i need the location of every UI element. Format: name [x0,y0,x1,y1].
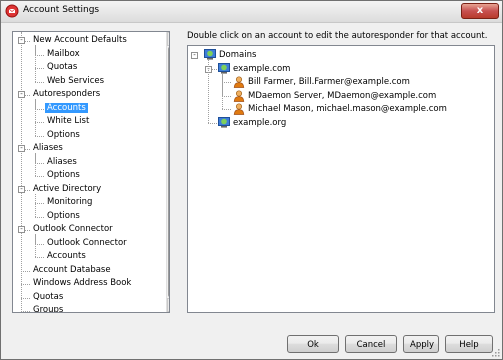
nav-item-label: Monitoring [47,197,93,207]
tree-root-domains[interactable]: Domains [219,49,256,62]
nav-item-label: Aliases [47,156,77,167]
domain-icon [218,116,230,128]
ok-button[interactable]: Ok [287,335,339,353]
nav-item-options[interactable]: Options [45,210,82,223]
account-item[interactable]: Bill Farmer, Bill.Farmer@example.com [248,76,410,89]
nav-item-label: White List [47,116,90,126]
nav-item-label: Options [47,129,80,140]
nav-item-mailbox[interactable]: Mailbox [45,48,82,61]
nav-item-label: Aliases [33,143,63,153]
nav-item-aliases[interactable]: Aliases [45,156,79,169]
nav-item-quotas[interactable]: Quotas [31,291,65,304]
nav-item-label: Web Services [47,75,105,86]
apply-button[interactable]: Apply [403,335,439,353]
app-icon [5,4,19,18]
domain-example-com[interactable]: example.com [233,63,290,76]
nav-item-label: Outlook Connector [33,224,113,234]
nav-item-web-services[interactable]: Web Services [45,75,106,88]
nav-item-label: Options [47,210,80,221]
nav-item-label: Active Directory [33,183,102,194]
domain-example-org[interactable]: example.org [233,117,286,130]
nav-item-label: Account Database [33,264,111,275]
nav-item-groups[interactable]: Groups [31,304,65,313]
nav-item-outlook-connector[interactable]: Outlook Connector [31,223,115,236]
window-title: Account Settings [23,5,100,15]
scroll-down-icon[interactable]: ▼ [167,298,169,312]
domain-icon [218,62,230,74]
collapse-icon[interactable]: - [18,91,25,98]
nav-item-active-directory[interactable]: Active Directory [31,183,103,196]
nav-item-label: Options [47,170,80,180]
nav-item-label: Autoresponders [33,89,101,99]
user-account-icon [233,76,245,88]
account-settings-window: Account Settings x New Account Defaults -… [0,0,503,360]
instruction-text: Double click on an account to edit the a… [187,31,488,41]
user-account-icon [233,89,245,102]
nav-item-label: Windows Address Book [33,278,132,288]
resize-grip-icon[interactable] [490,347,500,357]
nav-item-new-account-defaults[interactable]: New Account Defaults [31,34,129,47]
collapse-icon[interactable]: - [18,37,25,44]
nav-item-windows-address-book[interactable]: Windows Address Book [31,277,133,290]
collapse-icon[interactable]: - [18,226,25,233]
autoresponder-account-tree: - Domains - example.com Bill Farmer, Bill.Fa… [187,45,495,313]
collapse-icon[interactable]: - [191,52,198,59]
nav-item-accounts[interactable]: Accounts [45,102,88,115]
cancel-button[interactable]: Cancel [345,335,397,353]
scroll-up-icon[interactable]: ▲ [167,32,169,46]
nav-item-outlook-connector[interactable]: Outlook Connector [45,237,129,250]
nav-item-label: Groups [33,305,64,313]
navigation-tree: New Account Defaults - Mailbox Quotas Web Se… [12,31,170,313]
nav-item-label: Mailbox [47,48,80,59]
help-button[interactable]: Help [445,335,493,353]
nav-item-monitoring[interactable]: Monitoring [45,196,94,209]
nav-item-label: Accounts [47,251,86,261]
nav-item-label: Quotas [33,291,64,302]
collapse-icon[interactable]: - [18,185,25,193]
nav-item-label: Accounts [45,102,88,113]
user-account-icon [233,103,245,115]
nav-item-accounts[interactable]: Accounts [45,250,88,263]
title-bar[interactable]: Account Settings x [1,1,502,23]
nav-item-account-database[interactable]: Account Database [31,264,113,277]
nav-item-quotas[interactable]: Quotas [45,61,79,74]
nav-scrollbar[interactable]: ▲ ▼ [166,32,169,312]
nav-item-label: Outlook Connector [47,237,127,248]
account-item[interactable]: MDaemon Server, MDaemon@example.com [248,90,436,103]
nav-item-options[interactable]: Options [45,129,82,142]
nav-item-white-list[interactable]: White List [45,115,91,128]
close-button[interactable]: x [461,3,499,19]
nav-item-aliases[interactable]: Aliases [31,142,65,155]
nav-item-label: Quotas [47,62,78,72]
domains-icon [204,49,216,60]
nav-item-label: New Account Defaults [33,35,127,45]
nav-item-options[interactable]: Options [45,169,82,182]
scroll-thumb[interactable] [168,47,169,297]
nav-item-autoresponders[interactable]: Autoresponders [31,88,102,101]
collapse-icon[interactable]: - [18,145,25,152]
account-item[interactable]: Michael Mason, michael.mason@example.com [248,103,447,116]
